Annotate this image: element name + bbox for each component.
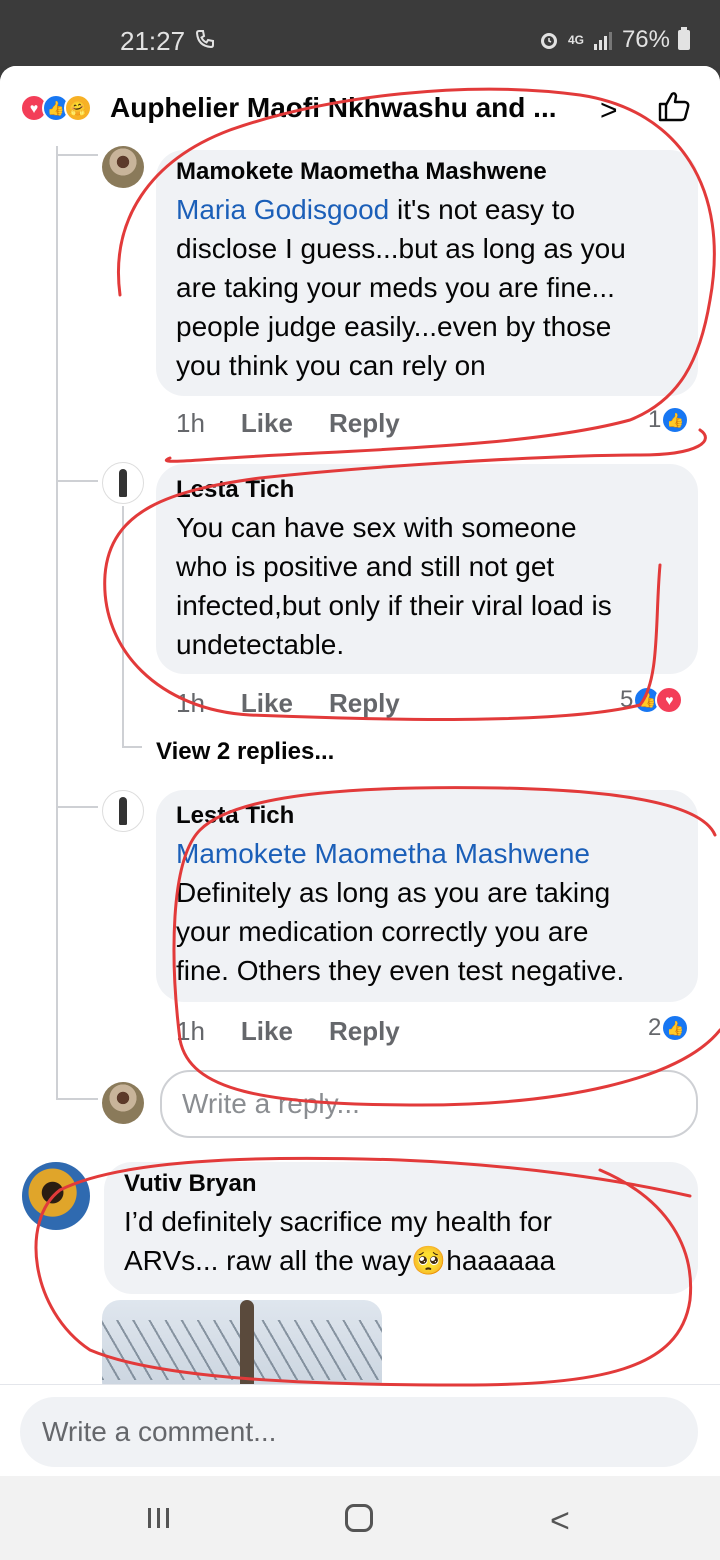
thread-line xyxy=(56,480,98,482)
comment-actions: 1h Like Reply xyxy=(176,688,400,719)
reaction-count[interactable]: 5 👍 ♥ xyxy=(620,686,684,714)
avatar[interactable] xyxy=(102,146,144,188)
reaction-count-number: 2 xyxy=(648,1014,662,1041)
comment-bubble: Vutiv Bryan I’d definitely sacrifice my … xyxy=(104,1162,698,1294)
pleading-face-emoji: 🥺 xyxy=(411,1245,447,1276)
comment-text-line: disclose I guess...but as long as you xyxy=(176,233,626,264)
love-reaction-icon: ♥ xyxy=(655,686,684,714)
comment-text-line: Definitely as long as you are taking xyxy=(176,877,611,908)
thread-line xyxy=(56,806,98,808)
reaction-count-number: 1 xyxy=(648,406,662,433)
network-type: 4G xyxy=(567,33,584,47)
reply-placeholder: Write a reply... xyxy=(182,1088,360,1119)
reaction-count[interactable]: 2 👍 xyxy=(648,1014,690,1042)
thread-line xyxy=(122,506,124,746)
battery-icon xyxy=(678,27,690,50)
comment-text-line: it's not easy to xyxy=(389,194,576,225)
comment-text-line: people judge easily...even by those xyxy=(176,311,612,342)
reactors-title[interactable]: Auphelier Maofi Nkhwashu and ... xyxy=(110,92,557,124)
phone-screen: 21:27 4G 76% ♥ 👍 🤗 Auphelier Maofi Nkhwa… xyxy=(0,0,720,1560)
comment-text: You can have sex with someone who is pos… xyxy=(176,508,678,664)
comment-placeholder: Write a comment... xyxy=(42,1416,277,1447)
comment-actions: 1h Like Reply xyxy=(176,408,400,439)
comment-text-line: fine. Others they even test negative. xyxy=(176,955,625,986)
comment-input[interactable]: Write a comment... xyxy=(20,1397,698,1467)
system-nav-bar: < xyxy=(0,1476,720,1560)
comment-author[interactable]: Vutiv Bryan xyxy=(124,1170,678,1198)
reaction-count[interactable]: 1 👍 xyxy=(648,406,690,434)
alarm-icon xyxy=(540,33,557,49)
thread-line xyxy=(122,746,142,748)
comment-time: 1h xyxy=(176,1016,205,1046)
comment-text-line: haaaaaa xyxy=(446,1245,556,1276)
view-replies-link[interactable]: View 2 replies... xyxy=(156,738,334,766)
reply-button[interactable]: Reply xyxy=(329,688,400,719)
comment-text: Mamokete Maometha Mashwene Definitely as… xyxy=(176,834,678,990)
comment-bubble: Mamokete Maometha Mashwene Maria Godisgo… xyxy=(156,150,698,396)
like-reaction-icon: 👍 xyxy=(661,406,690,434)
comment-text-line: you think you can rely on xyxy=(176,350,486,381)
reply-button[interactable]: Reply xyxy=(329,408,400,439)
avatar[interactable] xyxy=(102,462,144,504)
comment-text-line: who is positive and still not get xyxy=(176,551,555,582)
reply-input[interactable]: Write a reply... xyxy=(160,1070,698,1138)
thread-line xyxy=(56,146,58,1098)
comment-time: 1h xyxy=(176,688,205,718)
comment-text-line: undetectable. xyxy=(176,629,345,660)
comment-text-line: infected,but only if their viral load is xyxy=(176,590,612,621)
like-reaction-icon: 👍 xyxy=(661,1014,690,1042)
comment-text-line: You can have sex with someone xyxy=(176,512,577,543)
care-reaction-icon: 🤗 xyxy=(64,94,92,122)
comment-text: I’d definitely sacrifice my health for A… xyxy=(124,1202,678,1280)
reaction-count-number: 5 xyxy=(620,686,634,713)
battery-percent: 76% xyxy=(621,26,670,53)
like-button[interactable]: Like xyxy=(241,408,293,439)
comment-composer: Write a comment... xyxy=(0,1384,720,1476)
like-button-icon[interactable] xyxy=(656,88,692,124)
reaction-summary[interactable]: ♥ 👍 🤗 xyxy=(20,94,92,122)
chevron-right-icon[interactable]: > xyxy=(600,94,618,128)
wifi-call-icon xyxy=(195,30,214,49)
comment-text: Maria Godisgood it's not easy to disclos… xyxy=(176,190,678,385)
status-icons: 4G 76% xyxy=(538,26,690,54)
recents-icon[interactable] xyxy=(146,1506,172,1530)
thread-line xyxy=(56,1098,98,1100)
signal-icon xyxy=(593,32,612,50)
avatar[interactable] xyxy=(102,790,144,832)
comment-text-line: are taking your meds you are fine... xyxy=(176,272,615,303)
comments-header: ♥ 👍 🤗 Auphelier Maofi Nkhwashu and ... > xyxy=(0,66,720,150)
back-icon[interactable]: < xyxy=(550,1502,570,1541)
like-button[interactable]: Like xyxy=(241,1016,293,1047)
my-avatar xyxy=(102,1082,144,1124)
thread-line xyxy=(56,154,98,156)
mention-link[interactable]: Maria Godisgood xyxy=(176,194,389,225)
like-button[interactable]: Like xyxy=(241,688,293,719)
comment-author[interactable]: Lesta Tich xyxy=(176,802,678,830)
home-icon[interactable] xyxy=(345,1504,373,1532)
comment-time: 1h xyxy=(176,408,205,438)
mention-link[interactable]: Mamokete Maometha Mashwene xyxy=(176,838,590,869)
photo-spire xyxy=(240,1300,254,1390)
comment-bubble: Lesta Tich Mamokete Maometha Mashwene De… xyxy=(156,790,698,1002)
avatar[interactable] xyxy=(22,1162,90,1230)
comment-text-line: your medication correctly you are xyxy=(176,916,589,947)
comment-actions: 1h Like Reply xyxy=(176,1016,400,1047)
status-bar: 21:27 4G 76% xyxy=(0,0,720,66)
status-time: 21:27 xyxy=(120,26,186,56)
comment-bubble: Lesta Tich You can have sex with someone… xyxy=(156,464,698,674)
comment-author[interactable]: Mamokete Maometha Mashwene xyxy=(176,158,678,186)
comment-text-line: ARVs... raw all the way xyxy=(124,1245,412,1276)
reply-button[interactable]: Reply xyxy=(329,1016,400,1047)
comment-author[interactable]: Lesta Tich xyxy=(176,476,678,504)
comments-sheet: ♥ 👍 🤗 Auphelier Maofi Nkhwashu and ... >… xyxy=(0,66,720,1476)
comment-text-line: I’d definitely sacrifice my health for xyxy=(124,1206,552,1237)
